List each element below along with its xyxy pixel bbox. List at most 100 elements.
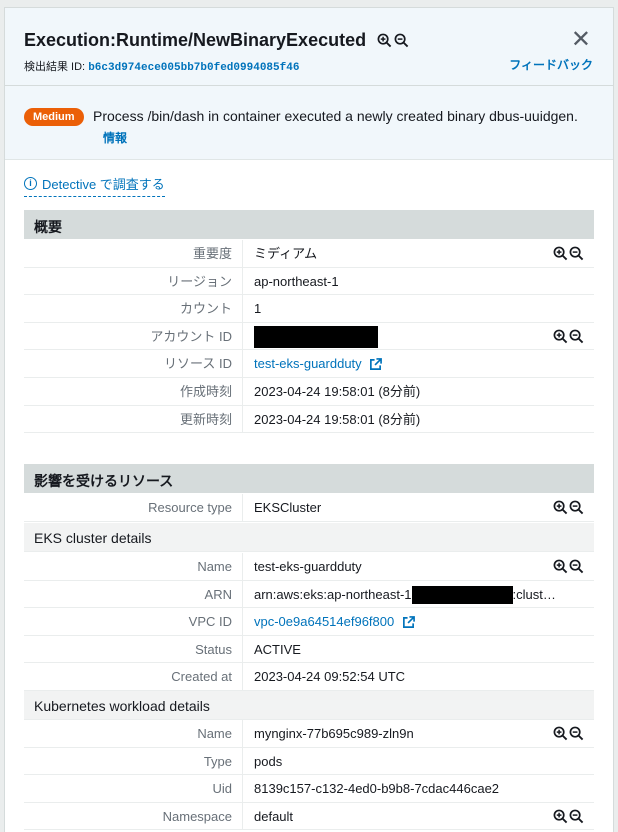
feedback-link[interactable]: フィードバック	[509, 56, 593, 73]
finding-detail-panel: Execution:Runtime/NewBinaryExecuted ✕ 検出…	[4, 7, 614, 832]
k8s-row-type: Type pods	[24, 747, 594, 776]
eks-row-status: Status ACTIVE	[24, 635, 594, 664]
row-filter-tools	[553, 500, 584, 515]
eks-row-created-at: Created at 2023-04-24 09:52:54 UTC	[24, 663, 594, 691]
finding-header: Execution:Runtime/NewBinaryExecuted ✕ 検出…	[5, 8, 613, 86]
finding-id-label: 検出結果 ID:	[24, 61, 86, 73]
k8s-row-name: Name mynginx-77b695c989-zln9n	[24, 720, 594, 748]
zoom-out-icon[interactable]	[569, 246, 584, 261]
row-value	[243, 323, 594, 350]
resource-id-value: test-eks-guardduty	[254, 356, 362, 372]
finding-description: Process /bin/dash in container executed …	[93, 108, 578, 124]
row-key: Resource type	[24, 494, 243, 521]
row-key: Namespace	[24, 802, 243, 830]
arn-prefix: arn:aws:eks:ap-northeast-1	[254, 586, 412, 602]
row-key: カウント	[24, 295, 243, 322]
zoom-in-icon[interactable]	[553, 500, 568, 515]
row-value: 2023-04-24 09:52:54 UTC	[254, 669, 406, 685]
row-filter-tools	[553, 246, 584, 261]
row-value: 8139c157-c132-4ed0-b9b8-7cdac446cae2	[254, 781, 500, 797]
affected-resources-heading: 影響を受けるリソース	[24, 464, 594, 493]
row-key: Created at	[24, 663, 243, 690]
info-link[interactable]: 情報	[103, 129, 127, 146]
info-circle-icon: i	[24, 177, 37, 190]
zoom-in-icon[interactable]	[377, 33, 392, 48]
zoom-out-icon[interactable]	[569, 726, 584, 741]
overview-row-region: リージョン ap-northeast-1	[24, 267, 594, 296]
row-key: 作成時刻	[24, 377, 243, 405]
row-value: ミディアム	[254, 246, 318, 261]
row-value: 2023-04-24 19:58:01 (8分前)	[254, 383, 421, 399]
overview-row-severity: 重要度 ミディアム	[24, 240, 594, 268]
arn-value: arn:aws:eks:ap-northeast-1 :clust…	[243, 581, 594, 608]
overview-row-resource-id: リソース ID test-eks-guardduty	[24, 350, 594, 378]
resource-type-row: Resource type EKSCluster	[24, 494, 594, 522]
zoom-out-icon[interactable]	[569, 809, 584, 824]
detective-investigate-link[interactable]: i Detective で調査する	[24, 174, 165, 197]
zoom-out-icon[interactable]	[569, 329, 584, 344]
row-value: pods	[254, 753, 283, 769]
row-value: 1	[254, 301, 262, 317]
severity-badge: Medium	[24, 108, 84, 126]
resource-id-link[interactable]: test-eks-guardduty	[243, 350, 594, 377]
row-key: 重要度	[24, 240, 243, 267]
row-key: リソース ID	[24, 350, 243, 377]
zoom-out-icon[interactable]	[394, 33, 409, 48]
redacted-account-id	[411, 586, 513, 605]
resource-type-rows: Resource type EKSCluster	[24, 494, 594, 522]
overview-row-count: カウント 1	[24, 295, 594, 323]
row-filter-tools	[553, 329, 584, 344]
eks-cluster-rows: Name test-eks-guardduty ARN arn:aws:eks:…	[24, 553, 594, 691]
kubernetes-workload-details-heading: Kubernetes workload details	[24, 691, 594, 720]
row-key: Uid	[24, 775, 243, 802]
finding-id-value: b6c3d974ece005bb7b0fed0994085f46	[88, 62, 300, 74]
arn-suffix: :clust…	[512, 586, 556, 602]
external-link-icon	[370, 358, 383, 371]
overview-rows: 重要度 ミディアム リージョン ap-northeast-1 カウント 1 アカ…	[24, 240, 594, 434]
kubernetes-workload-rows: Name mynginx-77b695c989-zln9n Type pods …	[24, 720, 594, 831]
zoom-in-icon[interactable]	[553, 559, 568, 574]
eks-row-name: Name test-eks-guardduty	[24, 553, 594, 581]
zoom-in-icon[interactable]	[553, 329, 568, 344]
row-key: Name	[24, 720, 243, 747]
row-value: mynginx-77b695c989-zln9n	[254, 726, 414, 741]
overview-row-updated: 更新時刻 2023-04-24 19:58:01 (8分前)	[24, 405, 594, 434]
eks-row-vpc-id: VPC ID vpc-0e9a64514ef96f800	[24, 608, 594, 636]
row-filter-tools	[553, 809, 584, 824]
external-link-icon	[402, 616, 415, 629]
row-value: ap-northeast-1	[254, 273, 339, 289]
row-key: Status	[24, 635, 243, 663]
row-key: 更新時刻	[24, 405, 243, 433]
zoom-in-icon[interactable]	[553, 246, 568, 261]
vpc-id-value: vpc-0e9a64514ef96f800	[254, 614, 395, 630]
finding-title: Execution:Runtime/NewBinaryExecuted	[24, 30, 367, 50]
redacted-account-id	[254, 326, 378, 349]
zoom-in-icon[interactable]	[553, 809, 568, 824]
title-filter-tools	[377, 33, 409, 48]
close-icon[interactable]: ✕	[571, 28, 591, 52]
vpc-id-link[interactable]: vpc-0e9a64514ef96f800	[243, 608, 594, 635]
k8s-row-uid: Uid 8139c157-c132-4ed0-b9b8-7cdac446cae2	[24, 775, 594, 803]
row-key: ARN	[24, 580, 243, 608]
overview-section-heading: 概要	[24, 210, 594, 239]
row-key: VPC ID	[24, 608, 243, 635]
row-value: default	[254, 808, 294, 824]
row-key: リージョン	[24, 267, 243, 295]
row-filter-tools	[553, 559, 584, 574]
k8s-row-namespace: Namespace default	[24, 802, 594, 831]
row-value: test-eks-guardduty	[254, 559, 362, 574]
row-key: アカウント ID	[24, 322, 243, 350]
overview-row-account-id: アカウント ID	[24, 322, 594, 351]
zoom-out-icon[interactable]	[569, 559, 584, 574]
row-key: Type	[24, 747, 243, 775]
zoom-out-icon[interactable]	[569, 500, 584, 515]
zoom-in-icon[interactable]	[553, 726, 568, 741]
eks-row-arn: ARN arn:aws:eks:ap-northeast-1 :clust…	[24, 580, 594, 609]
row-filter-tools	[553, 726, 584, 741]
eks-cluster-details-heading: EKS cluster details	[24, 523, 594, 552]
row-value: ACTIVE	[254, 641, 301, 657]
row-value: 2023-04-24 19:58:01 (8分前)	[254, 411, 421, 427]
row-key: Name	[24, 553, 243, 580]
finding-id-row: 検出結果 ID: b6c3d974ece005bb7b0fed0994085f4…	[24, 58, 299, 74]
detective-link-label: Detective で調査する	[42, 177, 165, 192]
